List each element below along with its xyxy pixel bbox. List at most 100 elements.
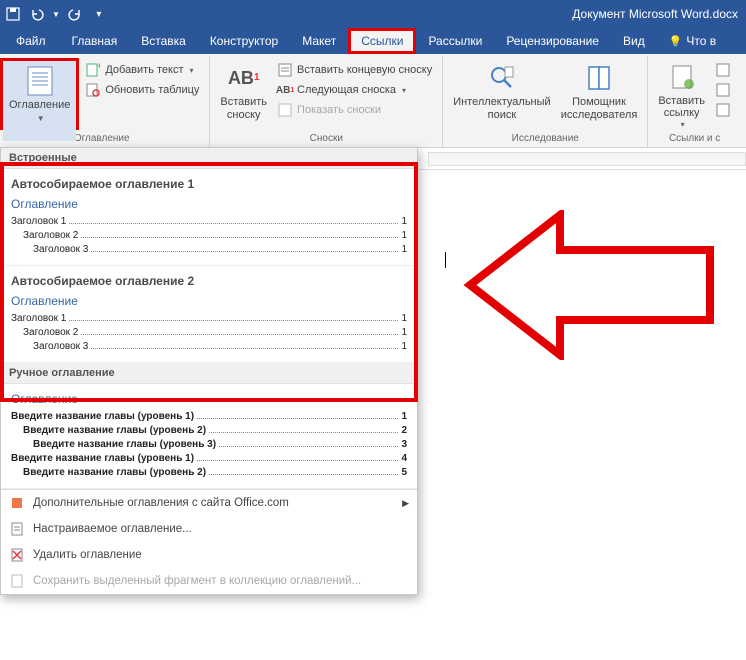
smart-lookup-icon (486, 62, 518, 94)
footnotes-group-label: Сноски (216, 133, 436, 145)
style-button[interactable] (711, 80, 735, 100)
tab-design[interactable]: Конструктор (198, 28, 290, 54)
toc-entry: Заголовок 21 (11, 229, 407, 243)
entry-page: 3 (401, 438, 407, 452)
update-icon (85, 82, 101, 98)
entry-page: 1 (401, 326, 407, 340)
show-notes-button: Показать сноски (273, 100, 436, 120)
entry-label: Введите название главы (уровень 2) (23, 466, 206, 480)
researcher-label: Помощник исследователя (561, 96, 638, 121)
entry-label: Заголовок 1 (11, 312, 66, 326)
update-table-label: Обновить таблицу (105, 84, 199, 96)
add-text-icon: + (85, 62, 101, 78)
toc-gallery: Встроенные Автособираемое оглавление 1 О… (0, 147, 418, 595)
entry-label: Заголовок 1 (11, 215, 66, 229)
smart-lookup-label: Интеллектуальный поиск (453, 96, 550, 121)
insert-citation-label: Вставить ссылку (658, 95, 705, 120)
qat-customize-icon[interactable]: ▾ (90, 5, 108, 23)
title-bar: ▼ ▾ Документ Microsoft Word.docx (0, 0, 746, 28)
undo-caret-icon[interactable]: ▼ (52, 10, 60, 19)
manage-icon (715, 62, 731, 78)
smart-lookup-button[interactable]: Интеллектуальный поиск (449, 58, 554, 130)
auto2-heading: Оглавление (11, 294, 407, 308)
toc-entry: Заголовок 3 1 (11, 340, 407, 354)
add-text-button[interactable]: + Добавить текст ▾ (81, 60, 203, 80)
entry-page: 1 (401, 229, 407, 243)
entry-label: Введите название главы (уровень 2) (23, 424, 206, 438)
custom-toc-button[interactable]: Настраиваемое оглавление... (1, 516, 417, 542)
tab-review[interactable]: Рецензирование (494, 28, 611, 54)
gallery-item-auto1[interactable]: Автособираемое оглавление 1 Оглавление З… (1, 169, 417, 266)
lightbulb-icon: 💡 (669, 35, 683, 48)
text-cursor (445, 252, 446, 268)
entry-label: Введите название главы (уровень 1) (11, 410, 194, 424)
gallery-item-manual[interactable]: Оглавление Введите название главы (урове… (1, 384, 417, 489)
next-footnote-label: Следующая сноска (297, 84, 396, 96)
insert-endnote-label: Вставить концевую сноску (297, 64, 432, 76)
annotation-arrow (460, 210, 720, 360)
toc-entry: Введите название главы (уровень 2)5 (11, 466, 407, 480)
entry-page: 1 (401, 340, 407, 354)
toc-entry: Заголовок 1 1 (11, 215, 407, 229)
tab-tell-me[interactable]: 💡 Что в (657, 28, 728, 54)
custom-toc-icon (9, 521, 25, 537)
more-office-button[interactable]: Дополнительные оглавления с сайта Office… (1, 490, 417, 516)
toc-entry: Заголовок 31 (11, 243, 407, 257)
next-footnote-icon: AB1 (277, 82, 293, 98)
gallery-manual-header: Ручное оглавление (1, 363, 417, 384)
manual-heading: Оглавление (11, 392, 407, 406)
update-table-button[interactable]: Обновить таблицу (81, 80, 203, 100)
insert-endnote-button[interactable]: Вставить концевую сноску (273, 60, 436, 80)
toc-entry: Введите название главы (уровень 2)2 (11, 424, 407, 438)
researcher-button[interactable]: Помощник исследователя (557, 58, 642, 130)
save-icon[interactable] (4, 5, 22, 23)
toc-button[interactable]: Оглавление ▼ (3, 61, 76, 141)
manage-sources-button[interactable] (711, 60, 735, 80)
ribbon-tabs: Файл Главная Вставка Конструктор Макет С… (0, 28, 746, 54)
tab-references[interactable]: Ссылки (348, 28, 416, 54)
entry-label: Заголовок 3 (33, 340, 88, 354)
next-footnote-button[interactable]: AB1 Следующая сноска ▾ (273, 80, 436, 100)
entry-label: Введите название главы (уровень 1) (11, 452, 194, 466)
gallery-builtin-header: Встроенные (1, 148, 417, 169)
tab-file[interactable]: Файл (2, 28, 60, 54)
entry-page: 1 (401, 215, 407, 229)
remove-toc-button[interactable]: Удалить оглавление (1, 542, 417, 568)
footnote-icon: AB1 (228, 62, 260, 94)
toc-entry: Введите название главы (уровень 3) 3 (11, 438, 407, 452)
endnote-icon (277, 62, 293, 78)
entry-label: Введите название главы (уровень 3) (33, 438, 216, 452)
ruler[interactable] (420, 148, 746, 170)
research-group-label: Исследование (449, 133, 641, 145)
tab-insert[interactable]: Вставка (129, 28, 198, 54)
entry-page: 1 (401, 243, 407, 257)
toc-entry: Введите название главы (уровень 1) 1 (11, 410, 407, 424)
auto1-heading: Оглавление (11, 197, 407, 211)
tell-me-label: Что в (686, 34, 716, 48)
insert-footnote-button[interactable]: AB1 Вставить сноску (216, 58, 271, 130)
auto2-title: Автособираемое оглавление 2 (11, 274, 407, 288)
tab-view[interactable]: Вид (611, 28, 657, 54)
tab-layout[interactable]: Макет (290, 28, 348, 54)
caret-icon: ▾ (190, 66, 194, 75)
group-toc: Оглавление ▼ + Добавить текст ▾ Обновить (0, 56, 210, 147)
toc-label: Оглавление (9, 99, 70, 112)
tab-mailings[interactable]: Рассылки (416, 28, 494, 54)
entry-page: 1 (401, 410, 407, 424)
biblio-button[interactable] (711, 100, 735, 120)
save-selection-button: Сохранить выделенный фрагмент в коллекци… (1, 568, 417, 594)
entry-label: Заголовок 2 (23, 326, 78, 340)
more-office-label: Дополнительные оглавления с сайта Office… (33, 497, 289, 509)
toc-entry: Введите название главы (уровень 1)4 (11, 452, 407, 466)
tab-home[interactable]: Главная (60, 28, 130, 54)
caret-icon: ▾ (402, 86, 406, 95)
ruler-track (428, 152, 746, 166)
group-citations: Вставить ссылку ▾ (648, 56, 741, 147)
insert-citation-button[interactable]: Вставить ссылку ▾ (654, 58, 709, 130)
gallery-item-auto2[interactable]: Автособираемое оглавление 2 Оглавление З… (1, 266, 417, 363)
save-selection-label: Сохранить выделенный фрагмент в коллекци… (33, 575, 361, 587)
redo-icon[interactable] (66, 5, 84, 23)
remove-toc-label: Удалить оглавление (33, 549, 142, 561)
quick-access-toolbar: ▼ ▾ (4, 5, 108, 23)
undo-icon[interactable] (28, 5, 46, 23)
